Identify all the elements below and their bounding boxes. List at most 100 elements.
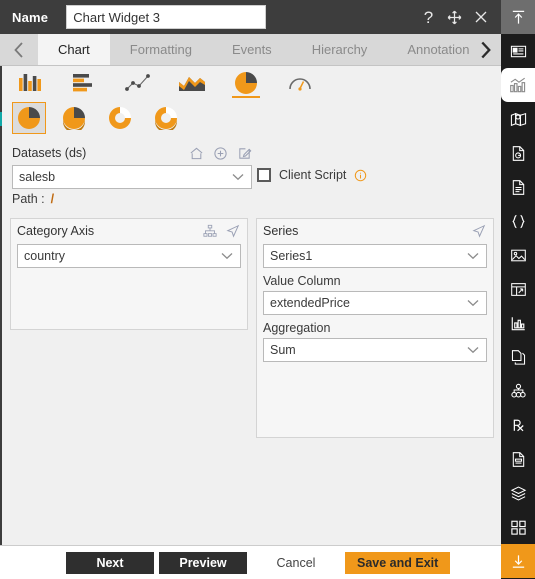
donut-flat-icon[interactable] (102, 103, 138, 133)
tab-strip: Chart Formatting Events Hierarchy Annota… (0, 34, 501, 66)
chart-widget-dialog: Name ? C (0, 0, 535, 579)
series-select-field: Series1 (257, 244, 493, 268)
category-axis-title: Category Axis (17, 224, 95, 238)
client-script-checkbox[interactable] (257, 168, 271, 182)
datasets-label: Datasets (ds) (12, 146, 87, 160)
tab-chart-label: Chart (58, 42, 90, 57)
tab-list: Chart Formatting Events Hierarchy Annota… (38, 34, 469, 65)
datasets-actions (189, 146, 252, 161)
gauge-chart-icon[interactable] (282, 68, 318, 98)
line-scatter-chart-icon[interactable] (120, 68, 156, 98)
pie-flat-icon[interactable] (12, 102, 46, 134)
tabs-scroll-left-chevron-left-icon[interactable] (0, 34, 38, 65)
value-column-label: Value Column (263, 274, 341, 288)
bar-chart-icon[interactable] (66, 68, 102, 98)
datasets-header: Datasets (ds) (12, 144, 252, 162)
home-icon[interactable] (189, 146, 204, 161)
layers-icon[interactable] (501, 476, 535, 510)
edit-pencil-icon[interactable] (237, 146, 252, 161)
image-icon[interactable] (501, 238, 535, 272)
area-chart-icon[interactable] (174, 68, 210, 98)
copy-file-icon[interactable] (501, 340, 535, 374)
series-title: Series (263, 224, 299, 238)
cluster-icon[interactable] (501, 374, 535, 408)
series-select[interactable]: Series1 (263, 244, 487, 268)
category-axis-actions (203, 224, 241, 239)
tab-formatting-label: Formatting (129, 42, 192, 57)
move-arrows-icon[interactable] (446, 9, 463, 26)
table-widget-icon[interactable] (501, 272, 535, 306)
tab-chart[interactable]: Chart (38, 34, 110, 65)
dataset-path: Path : / (12, 192, 252, 206)
column-chart-icon[interactable] (12, 68, 48, 98)
chevron-down-icon (221, 252, 233, 260)
right-sidebar (501, 0, 535, 579)
dataset-file-icon[interactable] (501, 136, 535, 170)
pie-3d-icon[interactable] (56, 103, 92, 133)
category-axis-header: Category Axis (11, 221, 247, 241)
collapse-up-icon[interactable] (501, 0, 535, 34)
aggregation-field: Aggregation Sum (257, 321, 493, 362)
series-value: Series1 (270, 249, 313, 263)
next-button[interactable]: Next (66, 551, 154, 574)
client-script-block: Client Script (257, 168, 367, 182)
cursor-arrow-icon[interactable] (472, 224, 487, 239)
chevron-down-icon (467, 252, 479, 260)
download-icon[interactable] (501, 544, 535, 578)
widget-panel-icon[interactable] (501, 34, 535, 68)
category-axis-select[interactable]: country (17, 244, 241, 268)
chart-widget-icon[interactable] (501, 68, 535, 102)
datasets-block: Datasets (ds) salesb Path: / (12, 144, 252, 206)
cursor-arrow-icon[interactable] (226, 224, 241, 239)
chart-type-variant-row (12, 102, 184, 134)
cancel-button[interactable]: Cancel (252, 551, 340, 574)
tab-annotation-label: Annotation (407, 42, 469, 57)
tabs-scroll-right-chevron-right-icon[interactable] (469, 34, 501, 65)
close-x-icon[interactable] (472, 9, 489, 26)
aggregation-value: Sum (270, 343, 296, 357)
hierarchy-icon[interactable] (203, 224, 218, 239)
value-column-field: Value Column extendedPrice (257, 274, 493, 315)
dataset-select[interactable]: salesb (12, 165, 252, 189)
tab-annotation[interactable]: Annotation (387, 34, 469, 65)
widget-name-input[interactable] (66, 5, 267, 29)
value-column-select[interactable]: extendedPrice (263, 291, 487, 315)
chart-type-primary-row (12, 68, 318, 98)
help-icon[interactable]: ? (420, 9, 437, 26)
category-axis-panel: Category Axis country (10, 218, 248, 330)
map-widget-icon[interactable] (501, 102, 535, 136)
bar-stats-icon[interactable] (501, 306, 535, 340)
chevron-down-icon (467, 299, 479, 307)
series-actions (472, 224, 487, 239)
save-and-exit-button[interactable]: Save and Exit (345, 551, 451, 574)
name-label: Name (12, 9, 49, 25)
tab-events[interactable]: Events (211, 34, 292, 65)
dialog-footer: Next Preview Cancel Save and Exit (0, 545, 501, 579)
pie-chart-icon[interactable] (228, 68, 264, 98)
category-axis-field: country (11, 244, 247, 268)
path-value: / (50, 192, 55, 206)
preview-button[interactable]: Preview (159, 551, 247, 574)
plus-circle-icon[interactable] (213, 146, 228, 161)
donut-3d-icon[interactable] (148, 103, 184, 133)
report-doc-icon[interactable] (501, 442, 535, 476)
tab-events-label: Events (231, 42, 272, 57)
chart-tab-panel: Datasets (ds) salesb Path: / Client Scr… (0, 66, 501, 545)
aggregation-select[interactable]: Sum (263, 338, 487, 362)
chevron-down-icon (232, 173, 244, 181)
tab-hierarchy[interactable]: Hierarchy (291, 34, 388, 65)
series-header: Series (257, 221, 493, 241)
info-circle-icon[interactable] (354, 169, 367, 182)
document-icon[interactable] (501, 170, 535, 204)
grid-blocks-icon[interactable] (501, 510, 535, 544)
chevron-down-icon (467, 346, 479, 354)
tab-formatting[interactable]: Formatting (109, 34, 212, 65)
tab-hierarchy-label: Hierarchy (311, 42, 368, 57)
dialog-titlebar: Name ? (0, 0, 501, 34)
prescription-rx-icon[interactable] (501, 408, 535, 442)
code-braces-icon[interactable] (501, 204, 535, 238)
selection-marker (0, 112, 2, 126)
titlebar-actions: ? (420, 9, 489, 26)
value-column-value: extendedPrice (270, 296, 350, 310)
category-axis-value: country (24, 249, 65, 263)
